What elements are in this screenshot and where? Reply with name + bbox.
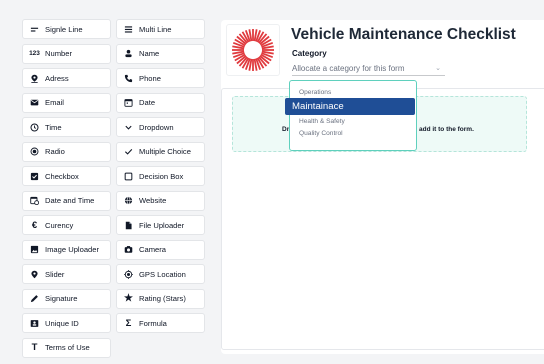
field-date[interactable]: Date: [116, 92, 205, 113]
field-label: Radio: [45, 147, 65, 156]
field-label: Formula: [139, 318, 167, 328]
dropdown-option-operations[interactable]: Operations: [299, 89, 331, 96]
field-email[interactable]: Email: [22, 92, 111, 113]
field-dropdown[interactable]: Dropdown: [116, 117, 205, 137]
checkbox-icon: [29, 171, 40, 182]
field-image-uploader[interactable]: Image Uploader: [22, 239, 111, 260]
field-label: Website: [139, 196, 167, 205]
id-card-icon: [29, 318, 40, 329]
empty-box-icon: [123, 171, 134, 182]
check-icon: [123, 146, 134, 157]
form-canvas: Vehicle Maintenance Checklist Category A…: [221, 20, 544, 354]
phone-icon: [123, 73, 134, 84]
field-label: File Uploader: [139, 220, 185, 230]
pen-icon: [29, 293, 40, 304]
category-dropdown-menu: Operations Maintainace Health & Safety Q…: [285, 80, 417, 151]
star-icon: ★: [124, 293, 133, 304]
sunburst-logo-icon: [232, 29, 274, 71]
location-pin-icon: [29, 73, 40, 84]
field-palette: Signle Line Multi Line 123 Number Name A…: [22, 19, 205, 358]
field-label: Number: [45, 49, 73, 58]
field-signature[interactable]: Signature: [22, 288, 111, 309]
gps-target-icon: [123, 269, 134, 280]
field-label: Unique ID: [45, 318, 79, 328]
field-camera[interactable]: Camera: [116, 239, 205, 260]
short-text-icon: [29, 24, 40, 35]
radio-icon: [29, 146, 40, 157]
email-icon: [29, 97, 40, 108]
field-time[interactable]: Time: [22, 117, 111, 137]
field-multiple-choice[interactable]: Multiple Choice: [116, 141, 205, 162]
field-label: Camera: [139, 245, 167, 254]
field-phone[interactable]: Phone: [116, 68, 205, 88]
field-label: Multiple Choice: [139, 147, 191, 156]
field-terms-of-use[interactable]: T Terms of Use: [22, 337, 111, 358]
field-file-uploader[interactable]: File Uploader: [116, 215, 205, 235]
field-name[interactable]: Name: [116, 43, 205, 64]
euro-icon: €: [31, 219, 38, 231]
field-label: Date and Time: [45, 196, 95, 205]
clock-icon: [29, 122, 40, 133]
field-signle-line[interactable]: Signle Line: [22, 19, 111, 39]
field-label: Adress: [45, 73, 69, 83]
globe-icon: [123, 195, 134, 206]
field-adress[interactable]: Adress: [22, 68, 111, 88]
field-label: Terms of Use: [45, 343, 90, 352]
field-label: Curency: [45, 220, 74, 230]
long-text-icon: [123, 24, 134, 35]
field-label: Multi Line: [139, 24, 172, 34]
sigma-icon: Σ: [125, 317, 132, 329]
field-date-and-time[interactable]: Date and Time: [22, 190, 111, 211]
dropdown-option-quality-control[interactable]: Quality Control: [299, 130, 343, 137]
category-select[interactable]: Allocate a category for this form ⌄: [292, 61, 445, 76]
field-label: Email: [45, 98, 64, 107]
dropzone-text-right: add it to the form.: [419, 126, 474, 133]
field-checkbox[interactable]: Checkbox: [22, 166, 111, 186]
field-curency[interactable]: € Curency: [22, 215, 111, 235]
field-label: Dropdown: [139, 122, 174, 132]
field-gps-location[interactable]: GPS Location: [116, 264, 205, 284]
field-label: Time: [45, 122, 62, 132]
field-label: Checkbox: [45, 171, 79, 181]
dropdown-option-health-safety[interactable]: Health & Safety: [299, 118, 345, 125]
field-number[interactable]: 123 Number: [22, 43, 111, 64]
field-decision-box[interactable]: Decision Box: [116, 166, 205, 186]
image-icon: [29, 244, 40, 255]
category-placeholder: Allocate a category for this form: [292, 63, 405, 73]
field-formula[interactable]: Σ Formula: [116, 313, 205, 333]
field-label: Rating (Stars): [139, 294, 186, 303]
calendar-clock-icon: [29, 195, 40, 206]
field-label: Phone: [139, 73, 161, 83]
field-label: Signle Line: [45, 24, 83, 34]
calendar-icon: [123, 97, 134, 108]
field-multi-line[interactable]: Multi Line: [116, 19, 205, 39]
field-website[interactable]: Website: [116, 190, 205, 211]
field-label: GPS Location: [139, 269, 186, 279]
chevron-down-icon: ⌄: [435, 65, 441, 72]
field-label: Name: [139, 49, 160, 58]
field-unique-id[interactable]: Unique ID: [22, 313, 111, 333]
slider-pin-icon: [29, 269, 40, 280]
form-title[interactable]: Vehicle Maintenance Checklist: [291, 26, 516, 44]
dropdown-option-selected[interactable]: Maintainace: [285, 98, 415, 115]
field-label: Image Uploader: [45, 245, 100, 254]
field-label: Date: [139, 98, 156, 107]
field-label: Decision Box: [139, 171, 184, 181]
file-icon: [123, 220, 134, 231]
field-rating-stars[interactable]: ★ Rating (Stars): [116, 288, 205, 309]
field-label: Slider: [45, 269, 65, 279]
field-label: Signature: [45, 294, 78, 303]
text-t-icon: T: [31, 342, 38, 353]
form-logo[interactable]: [226, 24, 280, 76]
form-header: Vehicle Maintenance Checklist Category A…: [221, 20, 544, 80]
number-icon: 123: [29, 50, 40, 57]
chevron-down-icon: [123, 122, 134, 133]
camera-icon: [123, 244, 134, 255]
field-radio[interactable]: Radio: [22, 141, 111, 162]
category-label: Category: [292, 49, 327, 58]
field-slider[interactable]: Slider: [22, 264, 111, 284]
person-icon: [123, 48, 134, 59]
